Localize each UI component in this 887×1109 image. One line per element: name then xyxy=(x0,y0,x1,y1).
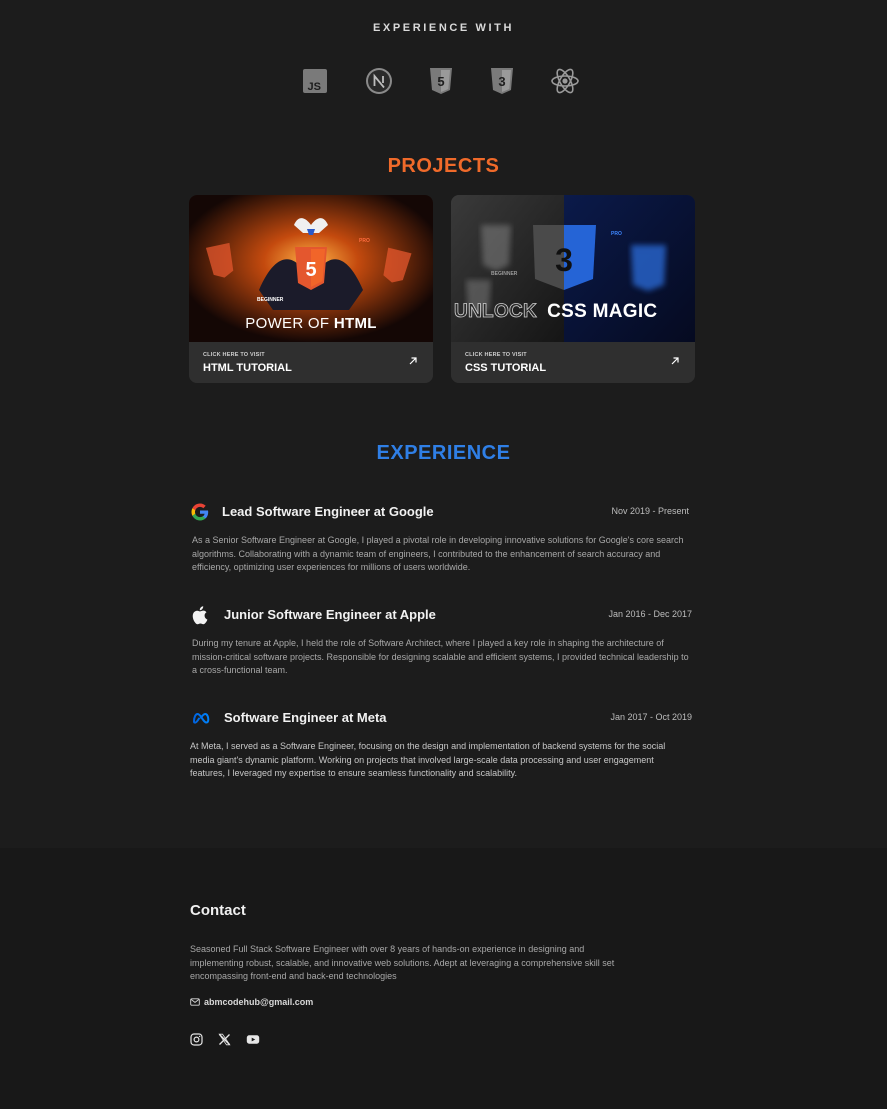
svg-text:3: 3 xyxy=(498,74,505,89)
thumb-pro-tag: PRO xyxy=(611,231,622,237)
experience-with-heading: EXPERIENCE WITH xyxy=(372,22,515,34)
job-description: During my tenure at Apple, I held the ro… xyxy=(192,638,689,675)
visit-label: CLICK HERE TO VISIT xyxy=(203,352,265,358)
contact-email[interactable]: abmcodehub@gmail.com xyxy=(190,996,313,1008)
meta-logo-icon xyxy=(193,712,210,724)
javascript-icon: JS xyxy=(300,66,330,96)
css3-icon: 3 xyxy=(487,66,517,96)
thumb-beginner-tag: BEGINNER xyxy=(257,297,284,303)
projects-heading: PROJECTS xyxy=(387,155,500,177)
arrow-up-right-icon xyxy=(409,357,417,365)
job-entry-apple: Junior Software Engineer at Apple Jan 20… xyxy=(190,605,692,685)
instagram-icon[interactable] xyxy=(190,1033,203,1046)
svg-text:JS: JS xyxy=(308,81,321,93)
thumb-caption-html: POWER OF HTML xyxy=(245,315,377,332)
project-title: CSS TUTORIAL xyxy=(465,362,547,374)
project-title: HTML TUTORIAL xyxy=(203,362,292,374)
project-card-css[interactable]: 3 PRO BEGINNER UNLOCK CSS MAGIC CLICK HER… xyxy=(451,195,695,383)
job-date: Jan 2017 - Oct 2019 xyxy=(610,712,692,722)
html5-icon: 5 xyxy=(426,66,456,96)
tech-icons-row: JS 5 3 xyxy=(300,66,590,96)
svg-text:5: 5 xyxy=(437,74,444,89)
job-title: Junior Software Engineer at Apple xyxy=(224,607,436,622)
visit-label: CLICK HERE TO VISIT xyxy=(465,352,527,358)
thumb-pro-tag: PRO xyxy=(359,238,370,244)
thumb-caption-css: UNLOCK CSS MAGIC xyxy=(454,301,658,323)
project-thumbnail-css: 3 PRO BEGINNER UNLOCK CSS MAGIC xyxy=(451,195,695,342)
project-link-bar[interactable]: CLICK HERE TO VISIT CSS TUTORIAL xyxy=(451,342,695,383)
job-title: Software Engineer at Meta xyxy=(224,710,387,725)
svg-text:3: 3 xyxy=(555,242,573,278)
job-entry-meta: Software Engineer at Meta Jan 2017 - Oct… xyxy=(190,708,692,788)
project-link-bar[interactable]: CLICK HERE TO VISIT HTML TUTORIAL xyxy=(189,342,433,383)
job-date: Jan 2016 - Dec 2017 xyxy=(608,609,692,619)
thumb-beginner-tag: BEGINNER xyxy=(491,271,518,277)
project-card-html[interactable]: 5 PRO BEGINNER POWER OF HTML CLICK HERE … xyxy=(189,195,433,383)
contact-description: Seasoned Full Stack Software Engineer wi… xyxy=(190,944,615,981)
mail-icon xyxy=(190,998,200,1006)
project-thumbnail-html: 5 PRO BEGINNER POWER OF HTML xyxy=(189,195,433,342)
email-address[interactable]: abmcodehub@gmail.com xyxy=(204,997,313,1007)
apple-logo-icon xyxy=(192,606,208,625)
react-icon xyxy=(550,66,580,96)
arrow-up-right-icon xyxy=(671,357,679,365)
job-title: Lead Software Engineer at Google xyxy=(222,504,434,519)
job-date: Nov 2019 - Present xyxy=(611,506,689,516)
svg-text:5: 5 xyxy=(305,259,316,281)
job-entry-google: Lead Software Engineer at Google Nov 201… xyxy=(190,502,692,582)
experience-heading: EXPERIENCE xyxy=(376,442,511,464)
x-twitter-icon[interactable] xyxy=(218,1033,231,1046)
nextjs-icon xyxy=(364,66,394,96)
contact-heading: Contact xyxy=(190,902,246,919)
main-section: EXPERIENCE WITH JS 5 3 PROJECTS 5 PRO BE… xyxy=(0,0,887,848)
job-description: At Meta, I served as a Software Engineer… xyxy=(190,741,666,778)
google-logo-icon xyxy=(191,503,209,521)
job-description: As a Senior Software Engineer at Google,… xyxy=(192,535,684,572)
youtube-icon[interactable] xyxy=(246,1033,260,1046)
